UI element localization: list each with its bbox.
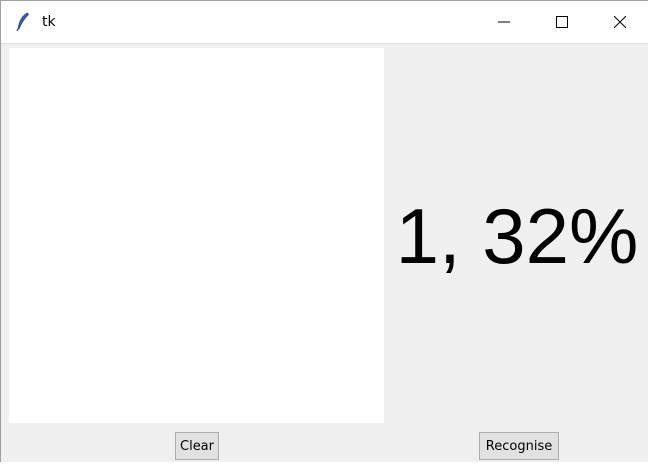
prediction-result: 1, 32% — [395, 192, 639, 280]
clear-button[interactable]: Clear — [175, 432, 219, 460]
window-title: tk — [42, 14, 56, 30]
close-icon — [613, 13, 627, 32]
recognise-button[interactable]: Recognise — [479, 432, 559, 460]
close-button[interactable] — [591, 1, 648, 43]
maximize-button[interactable] — [533, 1, 591, 43]
drawing-canvas[interactable] — [9, 48, 384, 423]
minimize-icon — [498, 13, 510, 32]
maximize-icon — [556, 13, 568, 32]
feather-icon — [15, 12, 31, 32]
minimize-button[interactable] — [475, 1, 533, 43]
title-bar[interactable]: tk — [1, 1, 648, 44]
app-window: tk 1, 32% Clear Recognise — [0, 0, 648, 465]
window-bottom-edge — [0, 462, 648, 466]
